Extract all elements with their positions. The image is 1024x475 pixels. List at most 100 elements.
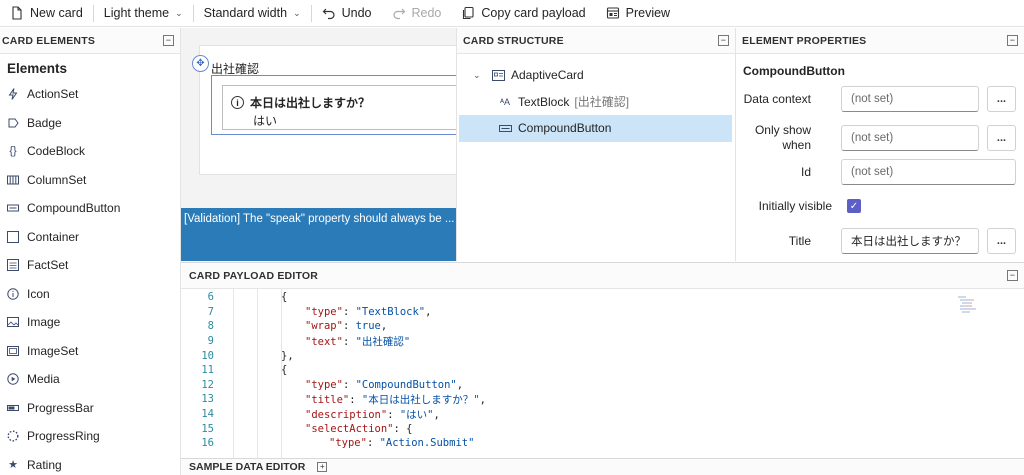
prop-label: Initially visible — [758, 198, 832, 213]
element-icon[interactable]: Icon — [0, 280, 180, 309]
element-properties-panel: ELEMENT PROPERTIES − CompoundButton Data… — [736, 28, 1024, 261]
code-token: }, — [281, 349, 294, 362]
card-payload-editor: CARD PAYLOAD EDITOR − 6{7 "type": "TextBl… — [181, 262, 1024, 459]
redo-button[interactable]: Redo — [382, 0, 452, 27]
collapse-icon[interactable]: − — [163, 35, 174, 46]
compound-button-icon — [7, 202, 19, 214]
compound-button-description: はい — [253, 114, 278, 128]
tree-item-adaptivecard[interactable]: ⌄ AdaptiveCard — [457, 62, 735, 89]
new-document-icon — [10, 6, 24, 20]
card-elements-panel: CARD ELEMENTS − Elements ActionSet Badge… — [0, 28, 181, 475]
copy-payload-button[interactable]: Copy card payload — [451, 0, 595, 27]
tree-item-compoundbutton[interactable]: CompoundButton — [459, 115, 732, 142]
prop-label: Only show when — [754, 123, 811, 152]
title-input[interactable]: 本日は出社しますか？ — [841, 228, 979, 254]
compound-button-icon — [498, 122, 512, 134]
element-image[interactable]: Image — [0, 308, 180, 337]
element-progressring[interactable]: ProgressRing — [0, 422, 180, 451]
element-actionset[interactable]: ActionSet — [0, 80, 180, 109]
move-handle-icon[interactable]: ✥ — [192, 55, 209, 72]
sample-data-editor-bar[interactable]: SAMPLE DATA EDITOR + — [181, 458, 1024, 475]
element-rating[interactable]: ★ Rating — [0, 451, 180, 475]
redo-label: Redo — [411, 6, 442, 20]
title-more-button[interactable]: ... — [987, 228, 1016, 254]
code-editor[interactable]: 6{7 "type": "TextBlock", 8 "wrap": true, 9 "t… — [181, 289, 1024, 459]
code-text: }, — [281, 350, 294, 362]
chevron-down-icon[interactable]: ⌄ — [473, 70, 485, 81]
element-columnset[interactable]: ColumnSet — [0, 166, 180, 195]
code-token: "type" — [305, 305, 343, 318]
width-dropdown[interactable]: Standard width ⌄ — [194, 0, 311, 27]
code-token: "title" — [305, 393, 350, 406]
preview-button[interactable]: Preview — [596, 0, 680, 27]
editor-minimap[interactable] — [956, 295, 1016, 325]
lightning-icon — [7, 88, 19, 101]
element-imageset[interactable]: ImageSet — [0, 337, 180, 366]
new-card-label: New card — [30, 6, 83, 20]
card-payload-editor-header: CARD PAYLOAD EDITOR − — [181, 263, 1024, 289]
compound-button-title-row: i 本日は出社しますか？ — [231, 94, 370, 111]
tree-label: CompoundButton — [518, 121, 612, 136]
element-label: Container — [27, 229, 80, 244]
element-badge[interactable]: Badge — [0, 109, 180, 138]
element-compoundbutton[interactable]: CompoundButton — [0, 194, 180, 223]
data-context-input[interactable]: (not set) — [841, 86, 979, 112]
element-label: Media — [27, 372, 60, 387]
initially-visible-checkbox[interactable]: ✓ — [847, 199, 861, 213]
element-media[interactable]: Media — [0, 365, 180, 394]
code-text: "type": "Action.Submit" — [329, 437, 474, 449]
code-text: "selectAction": { — [305, 423, 412, 435]
new-card-button[interactable]: New card — [0, 0, 93, 27]
element-label: Icon — [27, 286, 50, 301]
line-number: 8 — [207, 320, 214, 333]
imageset-icon — [7, 345, 19, 357]
element-progressbar[interactable]: ProgressBar — [0, 394, 180, 423]
card-structure-header-label: CARD STRUCTURE — [463, 34, 564, 47]
line-number: 11 — [201, 364, 214, 377]
element-label: CompoundButton — [27, 201, 121, 216]
line-number: 14 — [201, 408, 214, 421]
element-label: ImageSet — [27, 343, 79, 358]
code-token: , — [380, 320, 388, 333]
collapse-icon[interactable]: − — [1007, 270, 1018, 281]
copy-icon — [461, 6, 475, 20]
code-token: "type" — [329, 437, 367, 450]
code-token: "CompoundButton" — [355, 378, 457, 391]
code-text: "description": "はい", — [305, 407, 440, 422]
width-label: Standard width — [203, 6, 288, 20]
compound-button-selection[interactable]: i 本日は出社しますか？ はい — [211, 75, 456, 135]
collapse-icon[interactable]: − — [1007, 35, 1018, 46]
only-show-when-input[interactable]: (not set) — [841, 125, 979, 151]
validation-message[interactable]: [Validation] The "speak" property should… — [181, 208, 456, 261]
code-token: : — [342, 305, 356, 318]
line-number: 10 — [201, 349, 214, 362]
only-show-when-more-button[interactable]: ... — [987, 125, 1016, 151]
id-input[interactable]: (not set) — [841, 159, 1016, 185]
code-token: "selectAction" — [305, 422, 394, 435]
theme-dropdown[interactable]: Light theme ⌄ — [94, 0, 193, 27]
code-text: { — [281, 364, 287, 376]
element-factset[interactable]: FactSet — [0, 251, 180, 280]
element-container[interactable]: Container — [0, 223, 180, 252]
code-line: 11 { — [181, 363, 287, 378]
tree-item-textblock[interactable]: ᴬA TextBlock [出社確認] — [457, 89, 735, 116]
card-icon — [491, 69, 505, 81]
sample-data-editor-label: SAMPLE DATA EDITOR — [189, 461, 306, 473]
code-token: "出社確認" — [355, 335, 411, 348]
undo-button[interactable]: Undo — [312, 0, 382, 27]
data-context-more-button[interactable]: ... — [987, 86, 1016, 112]
badge-icon — [7, 117, 19, 129]
code-line: 10}, — [181, 348, 293, 363]
image-icon — [7, 316, 19, 328]
collapse-icon[interactable]: − — [718, 35, 729, 46]
expand-icon[interactable]: + — [317, 462, 328, 472]
element-codeblock[interactable]: {} CodeBlock — [0, 137, 180, 166]
code-token: : — [342, 335, 356, 348]
code-text: "type": "CompoundButton", — [305, 379, 463, 391]
compound-button-preview[interactable]: i 本日は出社しますか？ はい — [222, 85, 456, 130]
undo-label: Undo — [341, 6, 372, 20]
factset-icon — [7, 259, 19, 272]
code-token: : — [349, 393, 362, 406]
code-token: "TextBlock" — [355, 305, 426, 318]
code-line: 9 "text": "出社確認" — [181, 334, 411, 349]
